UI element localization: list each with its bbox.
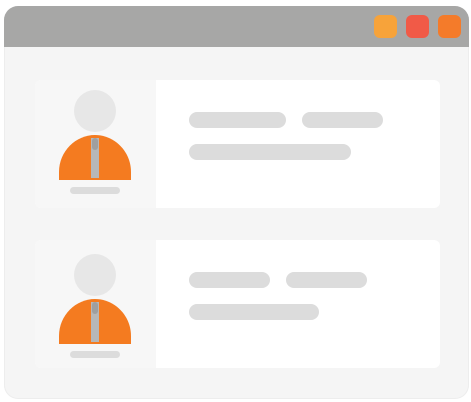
window-control-orange[interactable]	[438, 15, 461, 38]
browser-window	[4, 6, 469, 399]
avatar-panel	[35, 80, 156, 208]
user-icon	[59, 254, 131, 358]
placeholder-line	[189, 272, 270, 288]
window-titlebar	[4, 6, 469, 47]
user-icon	[59, 90, 131, 194]
window-control-red[interactable]	[406, 15, 429, 38]
placeholder-line	[189, 144, 351, 160]
placeholder-line	[286, 272, 367, 288]
placeholder-line	[189, 112, 286, 128]
user-card[interactable]	[35, 80, 440, 208]
window-control-yellow[interactable]	[374, 15, 397, 38]
placeholder-line	[189, 304, 319, 320]
avatar-panel	[35, 240, 156, 368]
placeholder-line	[302, 112, 383, 128]
user-card[interactable]	[35, 240, 440, 368]
